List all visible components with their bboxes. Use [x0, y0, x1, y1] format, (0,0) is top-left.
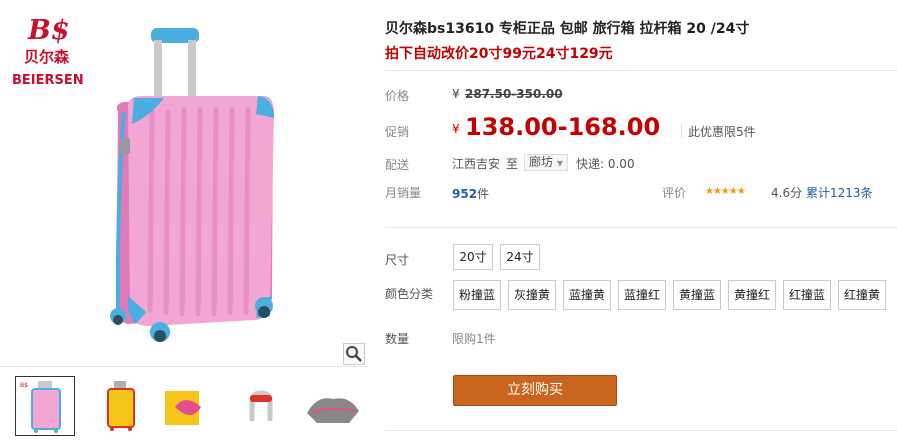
divider-bottom — [385, 430, 897, 431]
destination-select[interactable]: 廊坊 ▼ — [524, 154, 568, 171]
suitcase-illustration: B$ 贝尔森 BEIERSEN — [12, 15, 274, 342]
quantity-limit: 限购1件 — [452, 332, 496, 346]
color-option[interactable]: 灰撞黄 — [508, 280, 556, 310]
promo-limit: 此优惠限5件 — [688, 125, 756, 139]
shipping-to-word: 至 — [506, 157, 519, 171]
original-price-currency: ¥ — [452, 87, 460, 101]
thumbnail-interior[interactable] — [302, 376, 362, 436]
monthly-sales-label: 月销量 — [385, 186, 422, 200]
size-option-24[interactable]: 24寸 — [500, 244, 540, 270]
product-title: 贝尔森bs13610 专柜正品 包邮 旅行箱 拉杆箱 20 /24寸 — [385, 21, 750, 37]
size-option-20[interactable]: 20寸 — [453, 244, 493, 270]
thumbnail-strip: B$ — [10, 376, 365, 436]
quantity-label: 数量 — [385, 332, 410, 346]
review-count-link[interactable]: 累计1213条 — [806, 184, 873, 201]
color-option[interactable]: 黄撞蓝 — [673, 280, 721, 310]
price-label: 价格 — [385, 89, 410, 103]
monthly-sales-unit: 件 — [477, 187, 490, 201]
promo-text: 拍下自动改价20寸99元24寸129元 — [385, 46, 613, 62]
thumbnail-handle-detail[interactable] — [231, 376, 291, 436]
color-label: 颜色分类 — [385, 287, 434, 301]
divider-middle — [385, 227, 897, 228]
rating-stars: ★★★★★ — [705, 186, 746, 197]
svg-text:B$: B$ — [27, 15, 70, 46]
color-option[interactable]: 蓝撞黄 — [563, 280, 611, 310]
promo-price-currency: ¥ — [452, 122, 460, 136]
svg-text:贝尔森: 贝尔森 — [24, 48, 70, 66]
original-price: 287.50-350.00 — [465, 87, 563, 101]
zoom-button[interactable] — [343, 343, 365, 365]
color-option[interactable]: 粉撞蓝 — [453, 280, 501, 310]
thumb-image-pink: B$ — [20, 381, 61, 433]
thumbnail-pink[interactable]: B$ — [15, 376, 75, 436]
magnifier-icon — [346, 346, 362, 362]
brand-logo: B$ 贝尔森 BEIERSEN — [12, 15, 84, 88]
color-option[interactable]: 黄撞红 — [728, 280, 776, 310]
svg-text:B$: B$ — [20, 382, 28, 389]
svg-text:BEIERSEN: BEIERSEN — [12, 73, 84, 88]
shipping-label: 配送 — [385, 158, 410, 172]
limit-separator — [681, 124, 682, 138]
rating-label: 评价 — [662, 186, 687, 200]
color-option[interactable]: 蓝撞红 — [618, 280, 666, 310]
divider-top — [385, 70, 897, 71]
shipping-fee: 快递: 0.00 — [576, 157, 635, 171]
thumb-image-interior — [307, 398, 359, 423]
monthly-sales-count: 952 — [452, 187, 478, 201]
monthly-sales: 952件 — [452, 183, 489, 202]
destination-value: 廊坊 — [529, 155, 554, 169]
main-product-image: B$ 贝尔森 BEIERSEN — [0, 0, 368, 368]
thumbnail-yellow[interactable] — [89, 376, 149, 436]
thumbnail-corner-detail[interactable] — [160, 376, 220, 436]
promo-price-label: 促销 — [385, 125, 410, 139]
shipping-origin: 江西吉安 — [452, 157, 501, 171]
rating-score: 4.6分 — [771, 186, 803, 200]
size-label: 尺寸 — [385, 253, 410, 267]
thumb-image-corner — [165, 391, 201, 425]
thumb-image-yellow — [107, 381, 135, 431]
color-option[interactable]: 红撞黄 — [838, 280, 886, 310]
chevron-down-icon: ▼ — [556, 159, 563, 168]
promo-price: 138.00-168.00 — [465, 113, 661, 141]
gallery-divider — [0, 366, 368, 367]
color-option[interactable]: 红撞蓝 — [783, 280, 831, 310]
thumb-image-handle — [249, 390, 273, 421]
buy-now-button[interactable]: 立刻购买 — [453, 375, 617, 406]
